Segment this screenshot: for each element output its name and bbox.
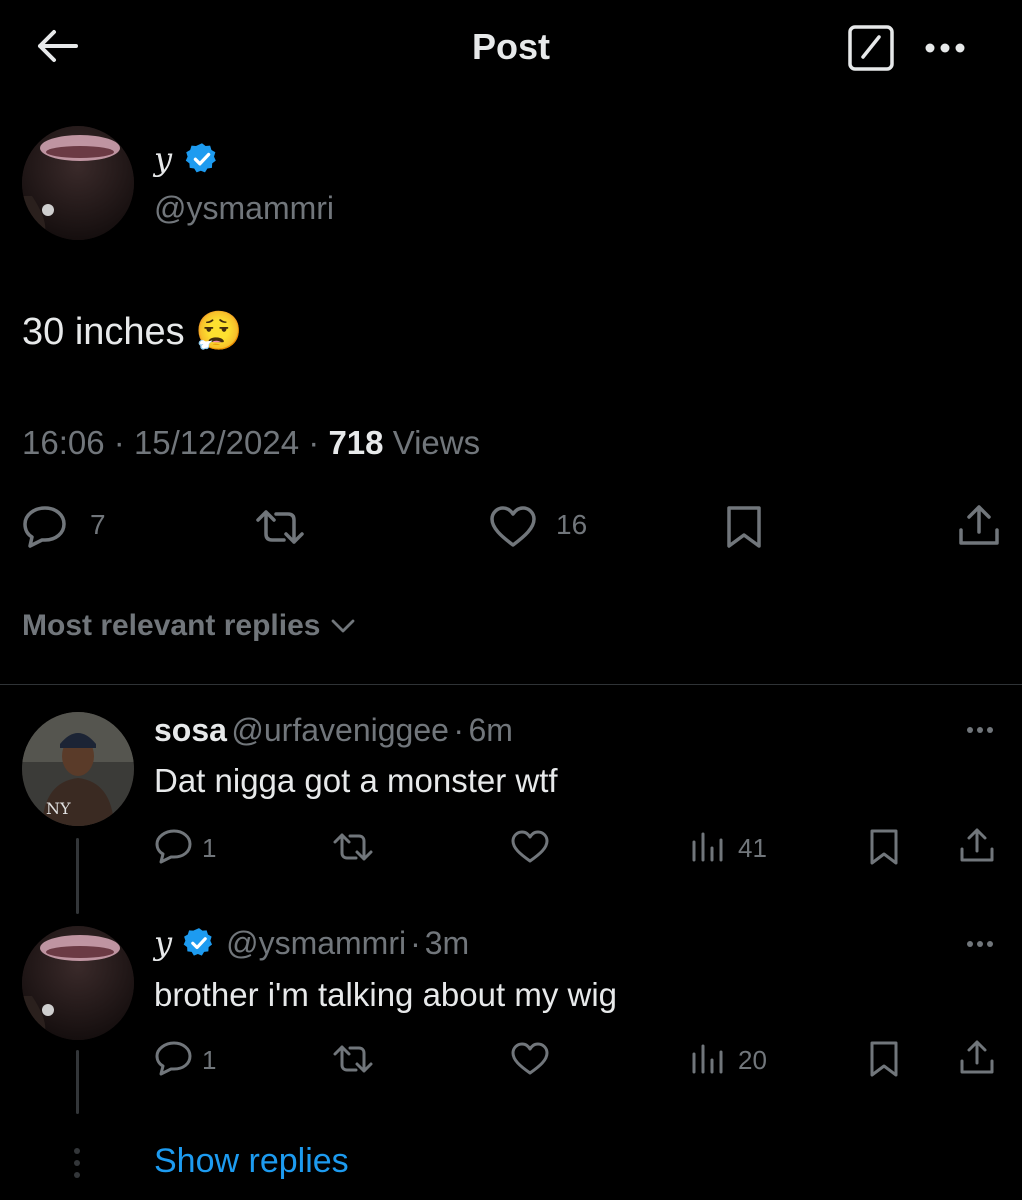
- show-replies-link[interactable]: Show replies: [154, 1142, 349, 1181]
- reply-handle[interactable]: @ysmammri: [226, 925, 406, 962]
- verified-badge-icon: [185, 143, 216, 173]
- reply-text: brother i'm talking about my wig: [154, 976, 617, 1013]
- reply-reply-button[interactable]: [154, 1040, 198, 1076]
- reply-more-button[interactable]: [958, 930, 1002, 958]
- like-icon: [490, 506, 536, 547]
- avatar-image: [22, 126, 134, 240]
- section-divider: [0, 684, 1022, 685]
- more-options-button[interactable]: [918, 28, 972, 68]
- reply-views-count: 20: [738, 1045, 767, 1075]
- sort-replies-dropdown[interactable]: Most relevant replies: [22, 606, 356, 646]
- meta-separator: ·: [308, 424, 320, 461]
- avatar-image: [22, 926, 134, 1040]
- bookmark-button[interactable]: [722, 504, 766, 550]
- author-display-name[interactable]: y: [154, 140, 172, 178]
- repost-icon: [256, 510, 304, 544]
- author-avatar[interactable]: [22, 126, 134, 240]
- thread-dots-icon: [74, 1148, 80, 1178]
- reply-bookmark-button[interactable]: [866, 1040, 902, 1078]
- reply-icon: [23, 506, 66, 548]
- reply-header: sosa @urfaveniggee · 6m: [154, 712, 513, 749]
- chevron-down-icon: [332, 619, 355, 633]
- reply-icon: [155, 829, 192, 864]
- reply-button[interactable]: [22, 504, 76, 548]
- compose-icon: [848, 25, 894, 71]
- avatar-image: NY: [22, 712, 134, 826]
- reply-time[interactable]: 3m: [425, 925, 469, 962]
- reply-icon: [155, 1041, 192, 1076]
- post-text: 30 inches 😮‍💨: [22, 311, 243, 353]
- reply-share-button[interactable]: [958, 1038, 996, 1076]
- reply-text: Dat nigga got a monster wtf: [154, 762, 558, 799]
- sort-label: Most relevant replies: [22, 609, 321, 642]
- views-count: 718: [328, 424, 384, 461]
- meta-separator: ·: [410, 924, 421, 961]
- reply-count: 7: [90, 509, 106, 540]
- like-icon: [511, 1042, 549, 1075]
- like-icon: [511, 830, 549, 863]
- thread-line: [76, 838, 79, 914]
- more-icon: [967, 727, 993, 733]
- reply-avatar-y[interactable]: [22, 926, 134, 1040]
- views-label: Views: [392, 424, 481, 461]
- meta-separator: ·: [453, 712, 465, 748]
- repost-icon: [333, 1045, 373, 1073]
- reply-like-button[interactable]: [510, 1041, 550, 1077]
- views-icon: [692, 832, 723, 862]
- top-bar: Post: [0, 0, 1022, 96]
- like-button[interactable]: [488, 505, 538, 549]
- reply-avatar-sosa[interactable]: NY: [22, 712, 134, 826]
- post-time[interactable]: 16:06: [22, 424, 105, 461]
- repost-button[interactable]: [252, 506, 308, 548]
- reply-display-name[interactable]: y: [154, 924, 172, 962]
- share-button[interactable]: [956, 502, 1002, 548]
- bookmark-icon: [870, 1041, 898, 1077]
- more-icon: [925, 43, 965, 53]
- post-meta: 16:06 · 15/12/2024 · 718 Views: [22, 424, 480, 462]
- reply-handle[interactable]: @urfaveniggee: [231, 712, 449, 748]
- verified-badge-icon: [183, 928, 213, 956]
- reply-repost-button[interactable]: [330, 830, 376, 864]
- reply-views-count: 41: [738, 833, 767, 863]
- thread-line: [76, 1050, 79, 1114]
- reply-views-button[interactable]: [690, 830, 726, 864]
- bookmark-icon: [727, 506, 761, 548]
- reply-repost-button[interactable]: [330, 1042, 376, 1076]
- author-handle[interactable]: @ysmammri: [154, 190, 334, 227]
- share-icon: [960, 1040, 994, 1074]
- reply-like-button[interactable]: [510, 829, 550, 865]
- reply-reply-button[interactable]: [154, 828, 198, 864]
- post-date[interactable]: 15/12/2024: [134, 424, 299, 461]
- reply-bookmark-button[interactable]: [866, 828, 902, 866]
- compose-button[interactable]: [846, 24, 896, 72]
- svg-text:NY: NY: [46, 799, 71, 818]
- reply-more-button[interactable]: [958, 716, 1002, 744]
- like-count: 16: [556, 509, 588, 540]
- meta-separator: ·: [113, 424, 125, 461]
- repost-icon: [333, 833, 373, 861]
- reply-display-name[interactable]: sosa: [154, 712, 227, 748]
- share-icon: [960, 828, 994, 862]
- share-icon: [959, 505, 999, 545]
- reply-time[interactable]: 6m: [468, 712, 512, 748]
- reply-reply-count: 1: [202, 833, 217, 863]
- bookmark-icon: [870, 829, 898, 865]
- reply-header: y @ysmammri · 3m: [154, 924, 469, 962]
- more-icon: [967, 941, 993, 947]
- reply-reply-count: 1: [202, 1045, 217, 1075]
- reply-views-button[interactable]: [690, 1042, 726, 1076]
- reply-share-button[interactable]: [958, 826, 996, 864]
- views-icon: [692, 1044, 723, 1074]
